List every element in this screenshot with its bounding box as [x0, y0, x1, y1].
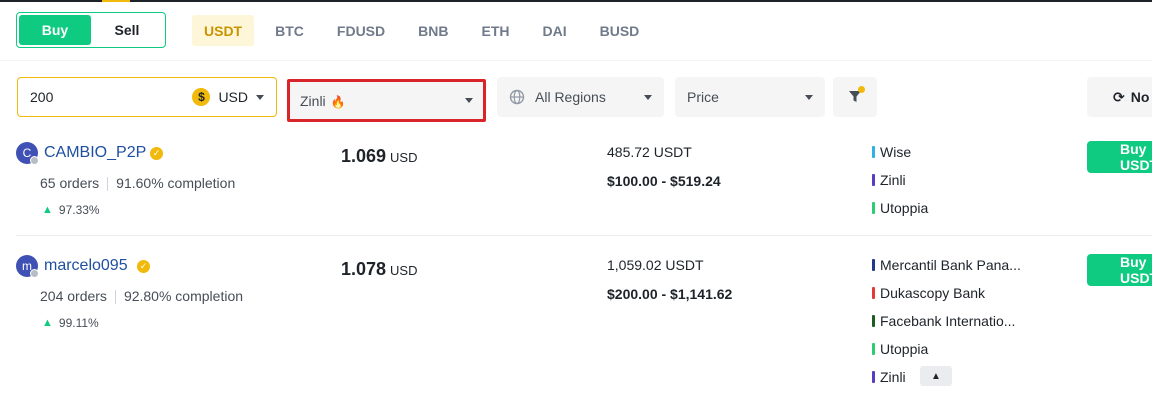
advertiser-name[interactable]: marcelo095	[44, 257, 128, 275]
avatar[interactable]: C	[16, 142, 39, 165]
amount-value[interactable]: 200	[30, 89, 192, 105]
refresh-button[interactable]: ⟳ No	[1087, 77, 1152, 117]
online-status-dot	[30, 269, 39, 278]
sell-tab[interactable]: Sell	[91, 15, 163, 45]
payment-method: Wise	[872, 144, 911, 160]
chevron-down-icon	[465, 98, 473, 103]
row-divider	[16, 235, 1152, 236]
trade-side-toggle: Buy Sell	[16, 12, 166, 48]
asset-tab-btc[interactable]: BTC	[263, 15, 316, 46]
sort-select[interactable]: Price	[675, 77, 825, 117]
available-amount: 1,059.02 USDT	[607, 257, 704, 273]
asset-tab-dai[interactable]: DAI	[530, 15, 578, 46]
refresh-label: No	[1130, 89, 1150, 105]
header-divider	[0, 60, 1152, 61]
offer-price: 1.069 USD	[341, 146, 418, 166]
chevron-down-icon	[805, 94, 813, 100]
available-amount: 485.72 USDT	[607, 144, 692, 160]
thumbs-up-icon: ▲	[42, 204, 53, 216]
currency-label[interactable]: USD	[218, 89, 248, 105]
asset-tab-eth[interactable]: ETH	[469, 15, 521, 46]
orders-count: 65 orders	[40, 175, 100, 191]
completion-rate: 92.80% completion	[123, 288, 244, 304]
globe-icon	[509, 89, 525, 105]
refresh-icon: ⟳	[1113, 88, 1125, 105]
payment-method-label: Zinli	[300, 92, 326, 109]
buy-tab[interactable]: Buy	[19, 15, 91, 45]
payment-method: Dukascopy Bank	[872, 285, 985, 301]
asset-tab-usdt[interactable]: USDT	[192, 15, 255, 46]
asset-tabs: USDT BTC FDUSD BNB ETH DAI BUSD	[192, 15, 660, 46]
positive-rating: ▲ 97.33%	[42, 203, 100, 217]
payment-method: Zinli	[872, 369, 906, 385]
advertiser-name[interactable]: CAMBIO_P2P	[44, 144, 146, 162]
flame-icon: 🔥	[330, 94, 346, 109]
chevron-down-icon[interactable]	[256, 94, 264, 100]
online-status-dot	[30, 156, 39, 165]
asset-tab-bnb[interactable]: BNB	[406, 15, 460, 46]
collapse-methods-button[interactable]: ▲	[920, 366, 952, 386]
amount-input[interactable]: 200 $ USD	[17, 77, 277, 117]
filter-active-dot	[858, 86, 865, 93]
buy-usdt-button[interactable]: Buy USDT	[1087, 141, 1152, 173]
asset-tab-fdusd[interactable]: FDUSD	[325, 15, 397, 46]
verified-badge-icon: ✓	[150, 147, 163, 160]
region-label: All Regions	[535, 89, 606, 105]
verified-badge-icon: ✓	[137, 260, 150, 273]
region-select[interactable]: All Regions	[497, 77, 664, 117]
positive-rating: ▲ 99.11%	[42, 316, 99, 330]
payment-method: Utoppia	[872, 341, 928, 357]
orders-count: 204 orders	[40, 288, 107, 304]
filter-button[interactable]	[833, 77, 877, 117]
payment-method: Zinli	[872, 172, 906, 188]
completion-rate: 91.60% completion	[116, 175, 236, 191]
buy-usdt-button[interactable]: Buy USDT	[1087, 254, 1152, 286]
payment-method: Utoppia	[872, 200, 928, 216]
dollar-coin-icon: $	[192, 88, 211, 106]
payment-method-select[interactable]: Zinli 🔥	[287, 79, 486, 122]
avatar[interactable]: m	[16, 255, 39, 278]
order-limit: $200.00 - $1,141.62	[607, 286, 733, 302]
offer-price: 1.078 USD	[341, 259, 418, 279]
chevron-down-icon	[644, 94, 652, 100]
top-accent	[102, 0, 130, 2]
chevron-up-icon: ▲	[931, 370, 941, 382]
sort-label: Price	[687, 89, 719, 105]
advertiser-stats: 204 orders 92.80% completion	[40, 288, 244, 305]
payment-method: Facebank Internatio...	[872, 313, 1015, 329]
advertiser-stats: 65 orders 91.60% completion	[40, 175, 236, 192]
asset-tab-busd[interactable]: BUSD	[588, 15, 652, 46]
order-limit: $100.00 - $519.24	[607, 173, 721, 189]
payment-method: Mercantil Bank Pana...	[872, 257, 1021, 273]
top-border	[0, 0, 1152, 2]
thumbs-up-icon: ▲	[42, 317, 53, 329]
